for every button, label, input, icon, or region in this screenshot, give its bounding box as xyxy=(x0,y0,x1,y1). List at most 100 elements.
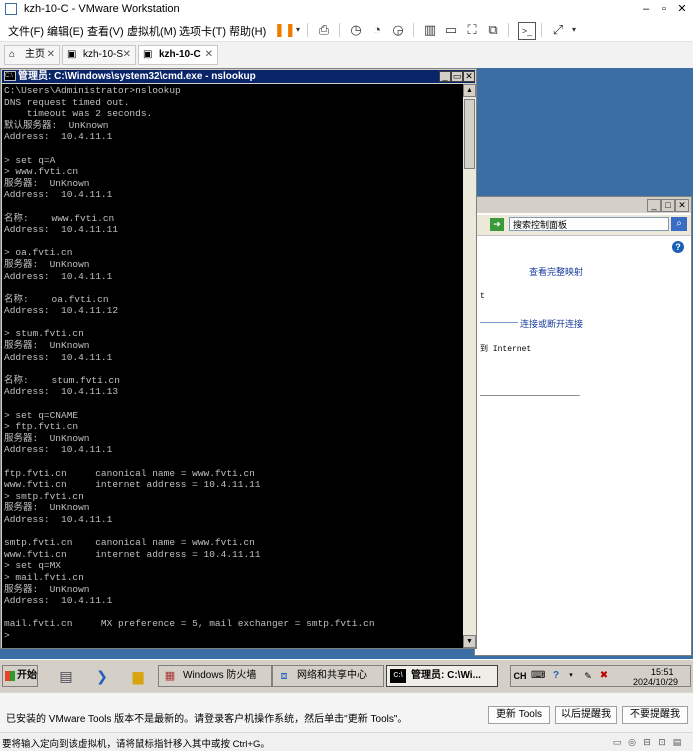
vmware-logo-icon xyxy=(5,3,17,15)
toolbar-separator xyxy=(541,23,542,37)
network-adapter-icon[interactable]: ⊟ xyxy=(641,736,653,748)
clock-date[interactable]: 2024/10/29 xyxy=(633,677,678,687)
update-tools-button[interactable]: 更新 Tools xyxy=(488,706,550,724)
minimize-button[interactable]: _ xyxy=(647,199,661,212)
taskbar-firewall[interactable]: ▦ Windows 防火墙 xyxy=(158,665,272,687)
scroll-up-arrow-icon[interactable]: ▲ xyxy=(463,84,476,97)
close-icon[interactable]: ✕ xyxy=(205,46,213,64)
go-arrow-icon[interactable]: ➔ xyxy=(490,218,504,231)
search-icon[interactable]: ⌕ xyxy=(671,217,687,231)
address-bar: ➔ 搜索控制面板 ⌕ xyxy=(475,215,691,236)
usb-icon[interactable]: ⊡ xyxy=(656,736,668,748)
hard-disk-icon[interactable]: ▭ xyxy=(611,736,623,748)
cmd-title: 管理员: C:\Windows\system32\cmd.exe - nsloo… xyxy=(18,71,256,82)
cmd-console[interactable]: C:\Users\Administrator>nslookup DNS requ… xyxy=(2,84,463,648)
maximize-button[interactable]: ▫ xyxy=(655,2,673,16)
network-icon: ⧈ xyxy=(280,670,288,682)
help-icon[interactable]: ? xyxy=(672,241,684,253)
menu-view[interactable]: 查看(V) xyxy=(87,23,124,39)
divider xyxy=(480,395,580,396)
remind-later-button[interactable]: 以后提醒我 xyxy=(555,706,617,724)
tab-kzh-10-s[interactable]: ▣ kzh-10-S ✕ xyxy=(62,45,136,65)
status-message: 要将输入定向到该虚拟机，请将鼠标指针移入其中或按 Ctrl+G。 xyxy=(2,739,270,750)
cmd-titlebar: C:\ 管理员: C:\Windows\system32\cmd.exe - n… xyxy=(2,70,475,83)
close-button[interactable]: ✕ xyxy=(463,71,475,82)
help-icon[interactable]: ? xyxy=(549,669,563,683)
send-keys-icon[interactable]: ⎙ xyxy=(316,22,332,38)
server-manager-icon[interactable]: ▤ xyxy=(56,666,76,686)
tab-kzh-10-c[interactable]: ▣ kzh-10-C ✕ xyxy=(138,45,218,65)
scroll-down-arrow-icon[interactable]: ▼ xyxy=(463,635,476,648)
cd-drive-icon[interactable]: ◎ xyxy=(626,736,638,748)
stretch-icon[interactable]: ⤢ xyxy=(550,22,566,38)
display-icon[interactable]: ▤ xyxy=(671,736,683,748)
toolbar-separator xyxy=(307,23,308,37)
cmd-icon: C:\ xyxy=(390,669,406,683)
vmware-titlebar: kzh-10-C - VMware Workstation – ▫ ✕ xyxy=(0,0,693,19)
unity-icon[interactable]: ⧉ xyxy=(485,22,501,38)
vmware-tools-notification: 已安装的 VMware Tools 版本不是最新的。请登录客户机操作系统，然后单… xyxy=(0,692,693,733)
keyboard-icon[interactable]: ⌨ xyxy=(531,669,545,683)
search-input[interactable]: 搜索控制面板 xyxy=(509,217,669,231)
scrollbar-thumb[interactable] xyxy=(464,99,475,169)
snapshot-icon[interactable]: ◷ xyxy=(348,22,364,38)
start-button[interactable]: 开始 xyxy=(2,665,38,687)
ime-indicator[interactable]: CH xyxy=(513,669,527,683)
toolbar-separator xyxy=(508,23,509,37)
start-label: 开始 xyxy=(17,670,37,681)
toolbar-separator xyxy=(413,23,414,37)
tab-home[interactable]: ⌂ 主页 ✕ xyxy=(4,45,60,65)
close-icon[interactable]: ✕ xyxy=(123,46,131,64)
taskbar-network-center[interactable]: ⧈ 网络和共享中心 xyxy=(272,665,384,687)
snapshot-manager-icon[interactable]: ◶ xyxy=(390,22,406,38)
window-title: kzh-10-C - VMware Workstation xyxy=(24,3,180,15)
explorer-folder-icon[interactable]: ▆ xyxy=(128,666,148,686)
taskbar: 开始 ▤ ❯ ▆ ▦ Windows 防火墙 ⧈ 网络和共享中心 C:\ 管理员… xyxy=(0,659,693,692)
network-sharing-window[interactable]: _ □ ✕ ➔ 搜索控制面板 ⌕ ? 查看完整映射 t 连接或断开连接 到 In… xyxy=(474,196,692,656)
toolbar-separator xyxy=(339,23,340,37)
chevron-down-icon[interactable]: ▾ xyxy=(564,669,578,683)
maximize-button[interactable]: □ xyxy=(661,199,675,212)
library-icon[interactable]: ▥ xyxy=(422,22,438,38)
menu-edit[interactable]: 编辑(E) xyxy=(47,23,84,39)
task-label: 管理员: C:\Wi... xyxy=(411,670,481,681)
clock-time[interactable]: 15:51 xyxy=(651,667,674,677)
pause-icon[interactable]: ❚❚ xyxy=(274,22,296,38)
powershell-icon[interactable]: ❯ xyxy=(92,666,112,686)
tray-arrow-icon[interactable]: ✎ xyxy=(581,669,595,683)
close-button[interactable]: ✕ xyxy=(675,199,689,212)
menu-tabs[interactable]: 选项卡(T) xyxy=(179,23,226,39)
menubar: 文件(F) 编辑(E) 查看(V) 虚拟机(M) 选项卡(T) 帮助(H) ❚❚… xyxy=(0,19,693,42)
home-icon: ⌂ xyxy=(9,49,16,60)
network-warning-icon[interactable]: ✖ xyxy=(597,669,611,683)
system-tray: CH ⌨ ? ▾ ✎ ✖ 15:51 2024/10/29 xyxy=(510,665,691,687)
fullscreen-icon[interactable]: ⛶ xyxy=(464,22,480,38)
minimize-button[interactable]: – xyxy=(637,2,655,16)
chevron-down-icon[interactable]: ▾ xyxy=(566,22,582,38)
console-icon[interactable]: >_ xyxy=(518,22,536,40)
dont-remind-button[interactable]: 不要提醒我 xyxy=(622,706,688,724)
windows-flag-icon xyxy=(5,671,15,681)
cmd-icon: C:\ xyxy=(4,71,16,81)
close-button[interactable]: ✕ xyxy=(673,2,691,16)
thumbnail-icon[interactable]: ▭ xyxy=(443,22,459,38)
menu-file[interactable]: 文件(F) xyxy=(8,23,44,39)
task-label: 网络和共享中心 xyxy=(297,670,367,681)
connect-disconnect-link[interactable]: 连接或断开连接 xyxy=(520,317,583,330)
window-titlebar: _ □ ✕ xyxy=(475,197,691,213)
cmd-window[interactable]: C:\ 管理员: C:\Windows\system32\cmd.exe - n… xyxy=(0,68,477,649)
vm-icon: ▣ xyxy=(143,49,153,60)
close-icon[interactable]: ✕ xyxy=(47,46,55,64)
revert-snapshot-icon[interactable]: ◔ xyxy=(369,22,385,38)
maximize-button[interactable]: ▭ xyxy=(451,71,463,82)
view-full-map-link[interactable]: 查看完整映射 xyxy=(529,265,583,278)
vertical-scrollbar[interactable]: ▲ ▼ xyxy=(463,84,476,648)
menu-vm[interactable]: 虚拟机(M) xyxy=(127,23,177,39)
task-label: Windows 防火墙 xyxy=(183,670,257,681)
chevron-down-icon[interactable]: ▾ xyxy=(290,22,306,38)
taskbar-cmd[interactable]: C:\ 管理员: C:\Wi... xyxy=(386,665,498,687)
notification-message: 已安装的 VMware Tools 版本不是最新的。请登录客户机操作系统，然后单… xyxy=(6,714,408,725)
minimize-button[interactable]: _ xyxy=(439,71,451,82)
tab-label: 主页 xyxy=(25,49,45,60)
menu-help[interactable]: 帮助(H) xyxy=(229,23,266,39)
